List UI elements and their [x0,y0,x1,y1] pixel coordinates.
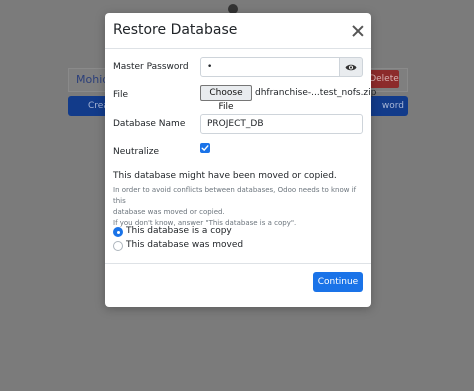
help-line: In order to avoid conflicts between data… [113,186,357,205]
moved-or-copied-heading: This database might have been moved or c… [113,171,337,181]
moved-or-copied-help: In order to avoid conflicts between data… [113,185,365,229]
choose-file-button[interactable]: Choose File [200,85,252,112]
dialog-title: Restore Database [113,22,238,38]
database-copy-label[interactable]: This database is a copy [126,226,232,236]
master-password-label: Master Password [113,62,189,72]
database-name-label: Database Name [113,119,186,129]
dialog-footer: Continue [105,263,371,307]
database-moved-label[interactable]: This database was moved [126,240,243,250]
dialog-header: Restore Database [105,13,371,49]
restore-database-dialog: Restore Database Master Password • File … [105,13,376,307]
background-create-button: Crea [68,96,109,116]
checkmark-icon [201,145,209,151]
show-password-button[interactable] [340,57,363,77]
continue-button[interactable]: Continue [313,272,363,292]
database-name-input[interactable]: PROJECT_DB [200,114,363,134]
database-moved-radio[interactable] [113,241,123,251]
neutralize-checkbox[interactable] [200,143,210,153]
file-label: File [113,90,129,100]
master-password-input[interactable]: • [200,57,340,77]
neutralize-label: Neutralize [113,147,159,157]
background-password-button: word [366,96,408,116]
background-delete-button: Delete [369,70,399,88]
close-icon[interactable] [349,22,367,40]
eye-icon [345,64,357,71]
database-copy-radio[interactable] [113,227,123,237]
help-line: database was moved or copied. [113,208,225,216]
selected-file-name: dhfranchise-...test_nofs.zip [255,88,377,98]
